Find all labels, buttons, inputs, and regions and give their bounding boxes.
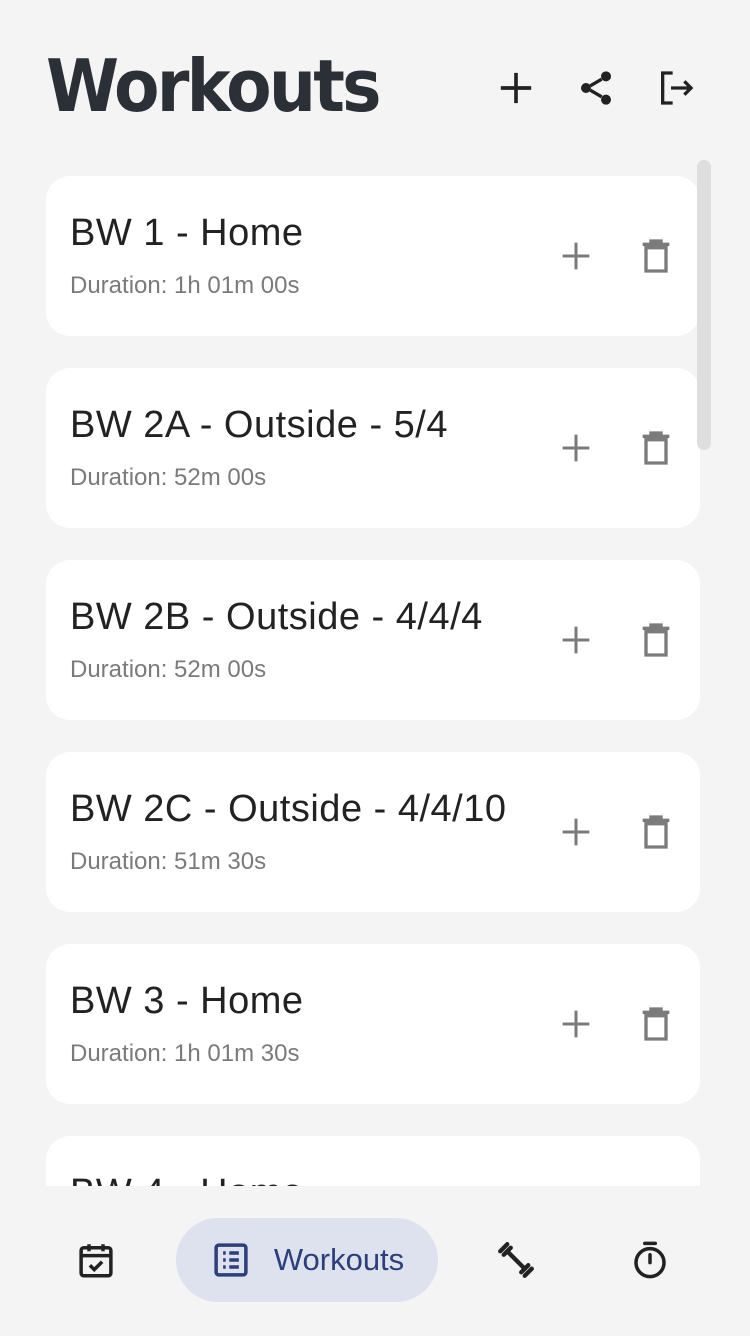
- workout-name: BW 1 - Home: [70, 212, 304, 254]
- dumbbell-icon: [498, 1242, 534, 1278]
- workout-card[interactable]: BW 2A - Outside - 5/4 Duration: 52m 00s: [46, 368, 700, 528]
- workout-card[interactable]: BW 1 - Home Duration: 1h 01m 00s: [46, 176, 700, 336]
- trash-icon: [642, 239, 670, 273]
- workout-duration: Duration: 52m 00s: [70, 656, 267, 683]
- workout-duration: Duration: 1h 01m 30s: [70, 1040, 300, 1067]
- workout-duration: Duration: 52m 00s: [70, 464, 267, 491]
- plus-icon: [500, 72, 532, 104]
- nav-exercises-button[interactable]: [474, 1218, 558, 1302]
- logout-icon: [661, 71, 694, 105]
- workout-card[interactable]: BW 2C - Outside - 4/4/10 Duration: 51m 3…: [46, 752, 700, 912]
- workout-card[interactable]: BW 4 - Home: [46, 1136, 700, 1186]
- nav-timer-button[interactable]: [608, 1218, 692, 1302]
- add-workout-button[interactable]: [490, 62, 542, 114]
- trash-icon: [642, 1007, 670, 1041]
- plus-icon: [562, 626, 590, 654]
- calendar-check-icon: [79, 1244, 113, 1278]
- workout-name: BW 2B - Outside - 4/4/4: [70, 596, 483, 638]
- add-log-button[interactable]: [552, 1000, 600, 1048]
- delete-workout-button[interactable]: [632, 808, 680, 856]
- plus-icon: [562, 434, 590, 462]
- timer-icon: [634, 1241, 666, 1279]
- header: Workouts: [0, 0, 750, 160]
- list-icon: [214, 1243, 248, 1277]
- trash-icon: [642, 623, 670, 657]
- workout-name: BW 2C - Outside - 4/4/10: [70, 788, 507, 830]
- logout-button[interactable]: [650, 62, 702, 114]
- delete-workout-button[interactable]: [632, 232, 680, 280]
- workout-card[interactable]: BW 2B - Outside - 4/4/4 Duration: 52m 00…: [46, 560, 700, 720]
- trash-icon: [642, 431, 670, 465]
- workout-card[interactable]: BW 3 - Home Duration: 1h 01m 30s: [46, 944, 700, 1104]
- nav-workouts-button[interactable]: Workouts: [176, 1218, 438, 1302]
- plus-icon: [562, 242, 590, 270]
- add-log-button[interactable]: [552, 808, 600, 856]
- plus-icon: [562, 818, 590, 846]
- delete-workout-button[interactable]: [632, 424, 680, 472]
- share-button[interactable]: [570, 62, 622, 114]
- workout-list[interactable]: BW 1 - Home Duration: 1h 01m 00s BW 2A -…: [0, 160, 750, 1186]
- page-title: Workouts: [46, 44, 382, 128]
- workout-duration: Duration: 51m 30s: [70, 848, 267, 875]
- add-log-button[interactable]: [552, 424, 600, 472]
- trash-icon: [642, 815, 670, 849]
- bottom-nav: Workouts: [0, 1186, 750, 1336]
- add-log-button[interactable]: [552, 232, 600, 280]
- delete-workout-button[interactable]: [632, 1000, 680, 1048]
- plus-icon: [562, 1010, 590, 1038]
- nav-workouts-label: Workouts: [273, 1242, 405, 1277]
- share-icon: [581, 71, 611, 105]
- workout-duration: Duration: 1h 01m 00s: [70, 272, 300, 299]
- add-log-button[interactable]: [552, 616, 600, 664]
- delete-workout-button[interactable]: [632, 616, 680, 664]
- workout-name: BW 4 - Home: [70, 1172, 304, 1186]
- nav-calendar-button[interactable]: [54, 1218, 138, 1302]
- workout-name: BW 3 - Home: [70, 980, 304, 1022]
- workout-name: BW 2A - Outside - 5/4: [70, 404, 448, 446]
- list-scrollbar[interactable]: [697, 160, 711, 450]
